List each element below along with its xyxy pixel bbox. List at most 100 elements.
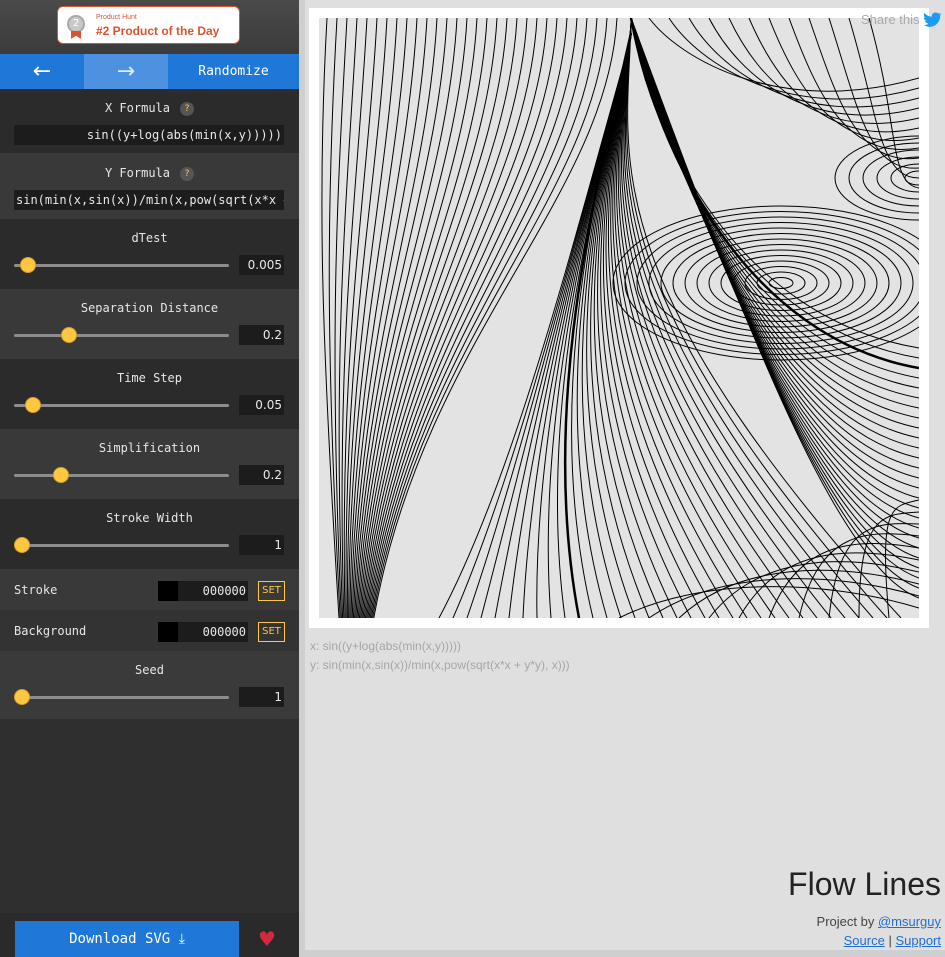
seed-track[interactable] [14, 696, 229, 699]
flow-line [688, 18, 919, 108]
slider-thumb[interactable] [14, 537, 30, 553]
flow-line [627, 21, 902, 618]
slider-label: Separation Distance [80, 301, 219, 315]
slider-label: Simplification [98, 441, 201, 455]
x-formula-input[interactable]: sin((y+log(abs(min(x,y))))) [14, 125, 284, 145]
vortex-ring [684, 238, 878, 328]
flow-line [630, 18, 919, 379]
stroke-color-swatch[interactable] [158, 581, 178, 601]
y-formula-input[interactable]: sin(min(x,sin(x))/min(x,pow(sqrt(x*x + y… [14, 190, 284, 210]
canvas-frame [309, 8, 929, 628]
slider-track[interactable] [14, 334, 229, 337]
flow-line [351, 18, 438, 618]
slider-value-input[interactable]: 0.005 [239, 255, 284, 275]
flow-line [858, 511, 919, 618]
background-color-row: Background 000000 SET [0, 610, 299, 651]
x-formula-row: X Formula? sin((y+log(abs(min(x,y))))) [0, 89, 299, 153]
flow-line [321, 18, 340, 618]
download-label: Download SVG [69, 931, 171, 947]
vortex-ring [876, 156, 919, 200]
slider-track[interactable] [14, 264, 229, 267]
product-hunt-rank: #2 Product of the Day [96, 24, 220, 38]
slider-row: dTest 0.005 [0, 219, 299, 289]
flow-line [362, 18, 528, 618]
medal-icon: 2 [67, 15, 85, 33]
next-button[interactable]: → [84, 54, 168, 89]
bottom-bar: Download SVG ⤓ ♥ [0, 913, 299, 957]
product-hunt-area: 2 Product Hunt #2 Product of the Day [0, 0, 299, 54]
flow-line [369, 18, 588, 618]
flow-lines-canvas [319, 18, 919, 618]
download-svg-button[interactable]: Download SVG ⤓ [15, 921, 239, 957]
flow-line [630, 18, 919, 589]
flow-line [630, 18, 919, 489]
history-nav: ← → Randomize [0, 54, 299, 89]
flow-line [630, 18, 919, 519]
slider-label: Time Step [116, 371, 183, 385]
flow-line [630, 18, 919, 579]
vortex-ring [708, 249, 854, 317]
y-formula-row: Y Formula? sin(min(x,sin(x))/min(x,pow(s… [0, 153, 299, 219]
slider-thumb[interactable] [52, 467, 69, 483]
ribbon-icon [71, 31, 81, 39]
y-formula-label-text: Y Formula [104, 166, 171, 180]
vortex-ring [648, 222, 914, 344]
flow-line [828, 18, 919, 169]
slider-track[interactable] [14, 544, 229, 547]
x-formula-label-text: X Formula [104, 101, 171, 115]
vortex-ring [696, 244, 866, 322]
slider-row: Separation Distance 0.2 [0, 289, 299, 359]
product-hunt-badge[interactable]: 2 Product Hunt #2 Product of the Day [57, 6, 240, 44]
slider-thumb[interactable] [61, 327, 78, 343]
slider-thumb[interactable] [24, 397, 41, 413]
slider-value-input[interactable]: 1 [239, 535, 284, 555]
heart-icon[interactable]: ♥ [258, 927, 276, 951]
slider-row: Stroke Width 1 [0, 499, 299, 569]
slider-track[interactable] [14, 404, 229, 407]
source-link[interactable]: Source [844, 933, 885, 948]
slider-thumb[interactable] [20, 257, 37, 273]
flow-line [728, 18, 919, 124]
help-icon[interactable]: ? [180, 167, 195, 181]
slider-track[interactable] [14, 474, 229, 477]
previous-button[interactable]: ← [0, 54, 84, 89]
background-set-button[interactable]: SET [258, 622, 285, 642]
support-link[interactable]: Support [895, 933, 941, 948]
background-color-input[interactable]: 000000 [178, 622, 248, 642]
vortex-ring [672, 233, 890, 333]
stroke-color-label: Stroke [14, 583, 58, 597]
divider [299, 0, 305, 957]
flow-line [357, 18, 488, 618]
flow-line [648, 578, 919, 618]
horizontal-scrollbar[interactable] [305, 950, 945, 957]
randomize-button[interactable]: Randomize [168, 54, 299, 89]
seed-label: Seed [135, 663, 164, 677]
seed-input[interactable]: 1 [239, 687, 284, 707]
background-color-swatch[interactable] [158, 622, 178, 642]
twitter-icon[interactable] [923, 12, 942, 33]
help-icon[interactable]: ? [180, 102, 195, 116]
author-link[interactable]: @msurguy [878, 914, 941, 929]
flow-line [630, 18, 919, 569]
y-formula-display: y: sin(min(x,sin(x))/min(x,pow(sqrt(x*x … [310, 658, 570, 672]
credit-prefix: Project by [816, 914, 878, 929]
link-separator: | [884, 933, 896, 948]
x-formula-display: x: sin((y+log(abs(min(x,y))))) [310, 639, 462, 653]
slider-value-input[interactable]: 0.05 [239, 395, 284, 415]
product-hunt-label: Product Hunt [96, 14, 137, 21]
page-title: Flow Lines [788, 866, 941, 902]
vortex-ring [756, 271, 806, 295]
flow-line [788, 18, 919, 150]
flow-line [630, 18, 919, 469]
credit-line: Project by @msurguy [817, 914, 941, 929]
slider-value-input[interactable]: 0.2 [239, 465, 284, 485]
seed-row: Seed 1 [0, 651, 299, 719]
medal-rank: 2 [72, 18, 80, 29]
slider-value-input[interactable]: 0.2 [239, 325, 284, 345]
stroke-color-input[interactable]: 000000 [178, 581, 248, 601]
seed-thumb[interactable] [14, 689, 30, 705]
stroke-set-button[interactable]: SET [258, 581, 285, 601]
flow-line [368, 18, 578, 618]
share-label[interactable]: Share this [861, 12, 920, 27]
background-color-label: Background [14, 624, 87, 638]
